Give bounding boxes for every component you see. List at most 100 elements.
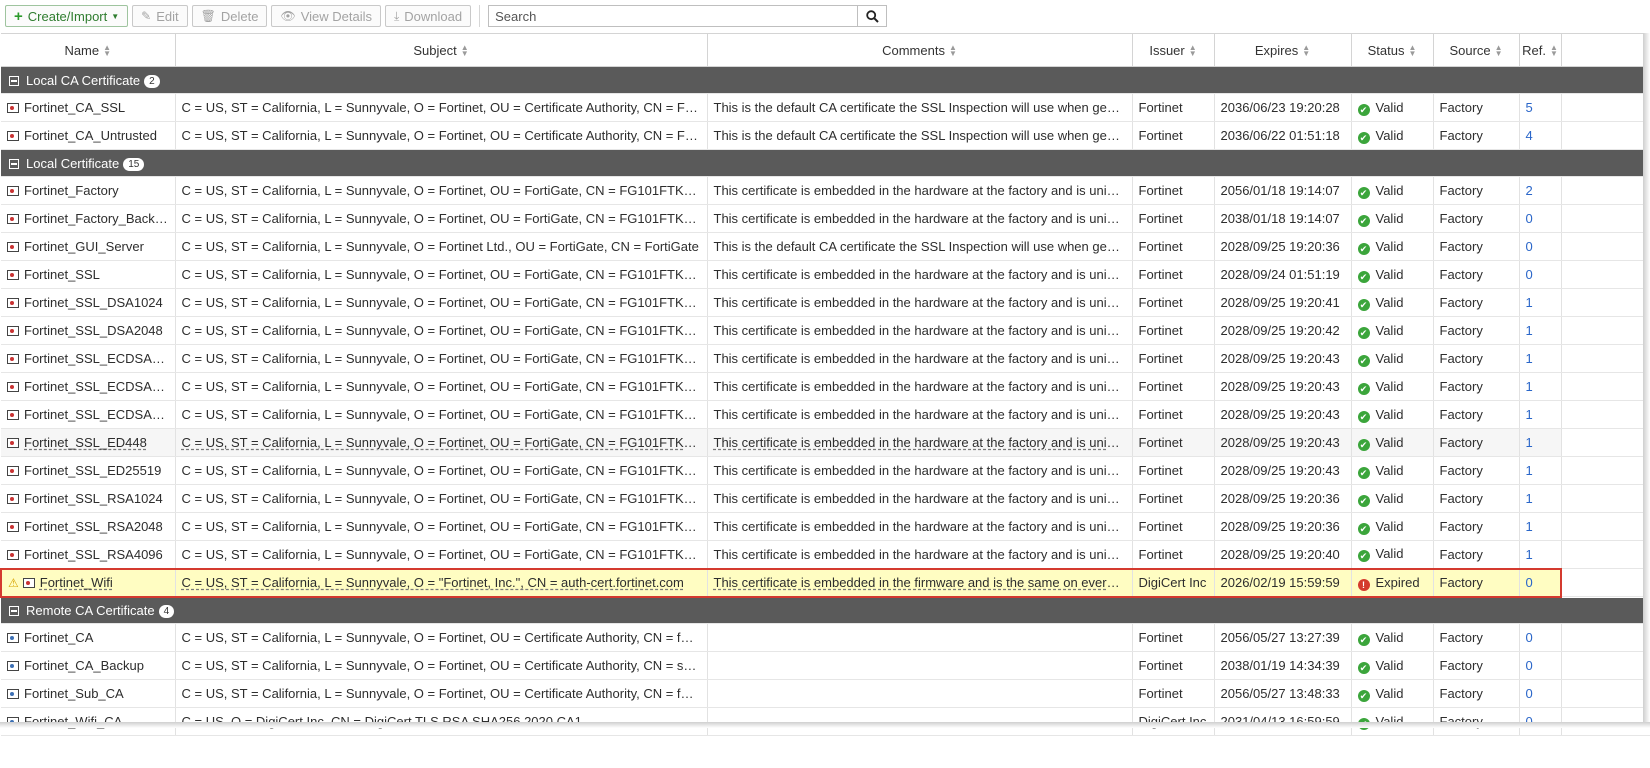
column-header-status[interactable]: Status ▲ ▼ bbox=[1351, 33, 1434, 67]
column-header-subject[interactable]: Subject ▲ ▼ bbox=[175, 33, 708, 67]
collapse-icon[interactable] bbox=[9, 158, 19, 169]
column-header-source[interactable]: Source ▲ ▼ bbox=[1433, 33, 1520, 67]
table-row[interactable]: Fortinet_SSL_DSA1024 C = US, ST = Califor… bbox=[1, 288, 1650, 317]
cert-name: Fortinet_SSL_DSA1024 bbox=[24, 295, 163, 310]
view-details-button[interactable]: 👁 View Details bbox=[271, 5, 381, 27]
ref-count-link[interactable]: 1 bbox=[1526, 491, 1533, 506]
ref-count-link[interactable]: 1 bbox=[1526, 547, 1533, 562]
cert-comments: This certificate is embedded in the hard… bbox=[713, 435, 1132, 450]
cell-comments: This certificate is embedded in the hard… bbox=[707, 176, 1133, 205]
ref-count-link[interactable]: 4 bbox=[1526, 128, 1533, 143]
cell-subject: C = US, ST = California, L = Sunnyvale, … bbox=[175, 540, 708, 569]
cell-spacer bbox=[1561, 651, 1650, 680]
table-header: Name ▲ ▼ Subject ▲ ▼ Comments ▲ ▼ Issuer ▲ ▼ Exp… bbox=[1, 33, 1650, 67]
cert-subject: C = US, ST = California, L = Sunnyvale, … bbox=[181, 379, 707, 394]
cert-source: Factory bbox=[1439, 351, 1483, 366]
column-header-name[interactable]: Name ▲ ▼ bbox=[1, 33, 176, 67]
certificate-icon bbox=[7, 103, 19, 113]
table-row[interactable]: Fortinet_SSL_ECDSA384 C = US, ST = Califo… bbox=[1, 372, 1650, 401]
ref-count-link[interactable]: 1 bbox=[1526, 323, 1533, 338]
cert-expires: 2026/02/19 15:59:59 bbox=[1220, 575, 1340, 590]
check-circle-icon: ✔ bbox=[1357, 661, 1370, 674]
toolbar-divider bbox=[479, 5, 481, 27]
ref-count-link[interactable]: 1 bbox=[1526, 435, 1533, 450]
table-row[interactable]: Fortinet_SSL_ECDSA256 C = US, ST = Califo… bbox=[1, 344, 1650, 373]
check-circle-icon: ✔ bbox=[1357, 186, 1370, 199]
ref-count-link[interactable]: 0 bbox=[1526, 575, 1533, 590]
ref-count-link[interactable]: 0 bbox=[1526, 267, 1533, 282]
cell-spacer bbox=[1561, 316, 1650, 345]
cert-issuer: Fortinet bbox=[1138, 463, 1183, 478]
table-row[interactable]: Fortinet_Sub_CA C = US, ST = California, … bbox=[1, 679, 1650, 708]
cert-subject: C = US, ST = California, L = Sunnyvale, … bbox=[181, 239, 699, 254]
ref-count-link[interactable]: 0 bbox=[1526, 630, 1533, 645]
cell-subject: C = US, ST = California, L = Sunnyvale, … bbox=[175, 344, 708, 373]
cell-expires: 2038/01/19 14:34:39 bbox=[1214, 651, 1352, 680]
column-header-comments[interactable]: Comments ▲ ▼ bbox=[707, 33, 1133, 67]
cert-issuer: Fortinet bbox=[1138, 686, 1183, 701]
collapse-icon[interactable] bbox=[9, 75, 19, 86]
cert-expires: 2028/09/25 19:20:36 bbox=[1220, 239, 1340, 254]
table-row[interactable]: Fortinet_CA_Backup C = US, ST = Californi… bbox=[1, 651, 1650, 680]
ref-count-link[interactable]: 0 bbox=[1526, 658, 1533, 673]
ref-count-link[interactable]: 5 bbox=[1526, 100, 1533, 115]
table-row[interactable]: Fortinet_SSL_RSA4096 C = US, ST = Califor… bbox=[1, 540, 1650, 569]
table-row[interactable]: Fortinet_Factory_Backup C = US, ST = Cali… bbox=[1, 204, 1650, 233]
cell-expires: 2036/06/23 19:20:28 bbox=[1214, 93, 1352, 122]
cell-source: Factory bbox=[1433, 428, 1520, 457]
ref-count-link[interactable]: 0 bbox=[1526, 211, 1533, 226]
ref-count-link[interactable]: 1 bbox=[1526, 351, 1533, 366]
check-circle-icon: ✔ bbox=[1357, 633, 1370, 646]
cell-spacer bbox=[1561, 260, 1650, 289]
cell-issuer: Fortinet bbox=[1132, 204, 1215, 233]
cert-issuer: Fortinet bbox=[1138, 128, 1183, 143]
download-button[interactable]: ⤓ Download bbox=[384, 5, 472, 27]
table-row[interactable]: Fortinet_SSL_DSA2048 C = US, ST = Califor… bbox=[1, 316, 1650, 345]
cert-source: Factory bbox=[1439, 686, 1483, 701]
group-header[interactable]: Remote CA Certificate 4 bbox=[1, 596, 1650, 624]
cert-name: Fortinet_SSL_DSA2048 bbox=[24, 323, 163, 338]
group-header[interactable]: Local CA Certificate 2 bbox=[1, 66, 1650, 94]
plus-icon: + bbox=[14, 7, 23, 25]
cell-comments: This certificate is embedded in the hard… bbox=[707, 540, 1133, 569]
ref-count-link[interactable]: 0 bbox=[1526, 239, 1533, 254]
table-row[interactable]: Fortinet_CA_Untrusted C = US, ST = Califo… bbox=[1, 121, 1650, 150]
ref-count-link[interactable]: 2 bbox=[1526, 183, 1533, 198]
cell-subject: C = US, ST = California, L = Sunnyvale, … bbox=[175, 93, 708, 122]
column-header-ref[interactable]: Ref. ▲ ▼ bbox=[1519, 33, 1562, 67]
cell-subject: C = US, ST = California, L = Sunnyvale, … bbox=[175, 623, 708, 652]
delete-button[interactable]: 🗑 Delete bbox=[191, 5, 268, 27]
cert-status: Expired bbox=[1375, 574, 1420, 590]
column-header-issuer[interactable]: Issuer ▲ ▼ bbox=[1132, 33, 1215, 67]
ref-count-link[interactable]: 1 bbox=[1526, 295, 1533, 310]
table-row[interactable]: Fortinet_SSL_RSA1024 C = US, ST = Califor… bbox=[1, 484, 1650, 513]
ref-count-link[interactable]: 1 bbox=[1526, 463, 1533, 478]
ref-count-link[interactable]: 1 bbox=[1526, 407, 1533, 422]
table-row[interactable]: Fortinet_SSL C = US, ST = California, L =… bbox=[1, 260, 1650, 289]
search-input[interactable] bbox=[489, 6, 858, 26]
ref-count-link[interactable]: 1 bbox=[1526, 519, 1533, 534]
check-circle-icon: ✔ bbox=[1357, 131, 1370, 144]
column-header-expires[interactable]: Expires ▲ ▼ bbox=[1214, 33, 1352, 67]
table-row[interactable]: Fortinet_SSL_ECDSA521 C = US, ST = Califo… bbox=[1, 400, 1650, 429]
table-row[interactable]: Fortinet_SSL_RSA2048 C = US, ST = Califor… bbox=[1, 512, 1650, 541]
ref-count-link[interactable]: 0 bbox=[1526, 686, 1533, 701]
check-circle-icon: ✔ bbox=[1357, 522, 1370, 535]
collapse-icon[interactable] bbox=[9, 605, 19, 616]
table-row[interactable]: Fortinet_SSL_ED448 C = US, ST = Californi… bbox=[1, 428, 1650, 457]
edit-button[interactable]: ✎ Edit bbox=[132, 5, 188, 27]
table-row[interactable]: ⚠ Fortinet_Wifi C = US, ST = California, L… bbox=[0, 567, 1650, 598]
table-row[interactable]: Fortinet_Factory C = US, ST = California,… bbox=[1, 176, 1650, 205]
table-row[interactable]: Fortinet_SSL_ED25519 C = US, ST = Califor… bbox=[1, 456, 1650, 485]
ref-count-link[interactable]: 1 bbox=[1526, 379, 1533, 394]
cell-issuer: Fortinet bbox=[1132, 260, 1215, 289]
table-row[interactable]: Fortinet_CA_SSL C = US, ST = California, … bbox=[1, 93, 1650, 122]
table-row[interactable]: Fortinet_GUI_Server C = US, ST = Californ… bbox=[1, 232, 1650, 261]
search-button[interactable] bbox=[857, 6, 887, 26]
sort-icon: ▲ ▼ bbox=[1494, 43, 1503, 59]
table-row[interactable]: Fortinet_CA C = US, ST = California, L = … bbox=[1, 623, 1650, 652]
check-circle-icon: ✔ bbox=[1357, 438, 1370, 451]
cert-subject: C = US, ST = California, L = Sunnyvale, … bbox=[181, 351, 707, 366]
group-header[interactable]: Local Certificate 15 bbox=[1, 149, 1650, 177]
create-import-button[interactable]: + Create/Import ▼ bbox=[5, 5, 129, 27]
